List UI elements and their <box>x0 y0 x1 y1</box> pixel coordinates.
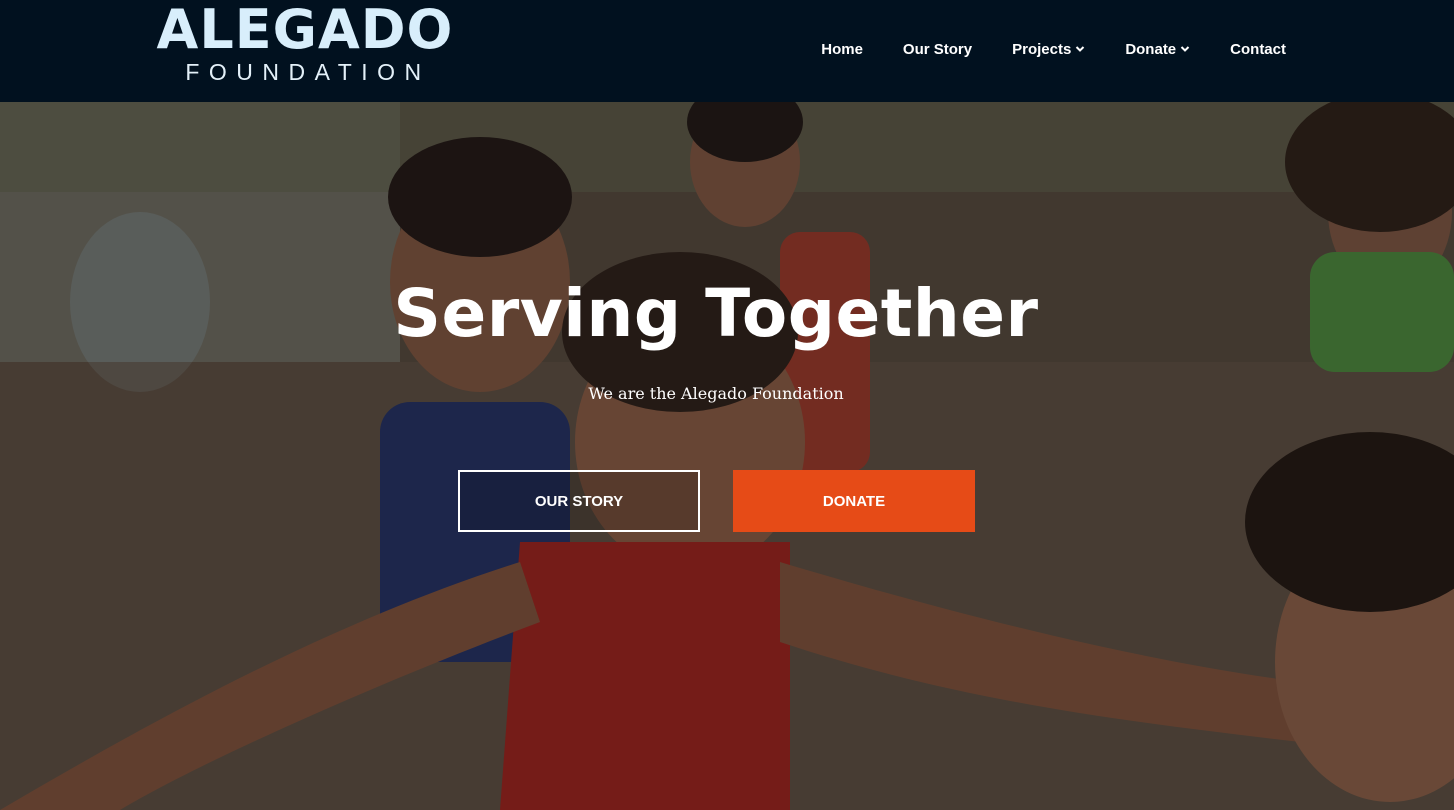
donate-button[interactable]: DONATE <box>733 470 975 532</box>
logo-wordmark: ALEGADO <box>156 0 454 61</box>
hero-section: Serving Together We are the Alegado Foun… <box>0 102 1454 810</box>
main-nav: Home Our Story Projects Donate Contact <box>821 36 1286 62</box>
nav-item-our-story[interactable]: Our Story <box>903 36 972 62</box>
nav-item-projects[interactable]: Projects <box>1012 36 1085 62</box>
hero-subtitle: We are the Alegado Foundation <box>588 384 844 403</box>
nav-item-home[interactable]: Home <box>821 36 863 62</box>
hero-title: Serving Together <box>393 275 1039 352</box>
nav-item-donate[interactable]: Donate <box>1125 36 1190 62</box>
nav-label: Home <box>821 40 863 58</box>
nav-label: Our Story <box>902 40 973 58</box>
site-logo[interactable]: ALEGADO FOUNDATION <box>146 0 464 88</box>
our-story-button[interactable]: OUR STORY <box>458 470 700 532</box>
chevron-down-icon <box>1180 46 1190 52</box>
nav-label: Contact <box>1230 40 1286 58</box>
hero-overlay <box>0 102 1454 810</box>
nav-label: Donate <box>1125 40 1177 58</box>
nav-label: Projects <box>1012 40 1072 58</box>
site-header: ALEGADO FOUNDATION Home Our Story Projec… <box>0 0 1454 102</box>
logo-subtitle: FOUNDATION <box>185 59 431 85</box>
nav-item-contact[interactable]: Contact <box>1230 36 1286 62</box>
chevron-down-icon <box>1076 46 1085 52</box>
